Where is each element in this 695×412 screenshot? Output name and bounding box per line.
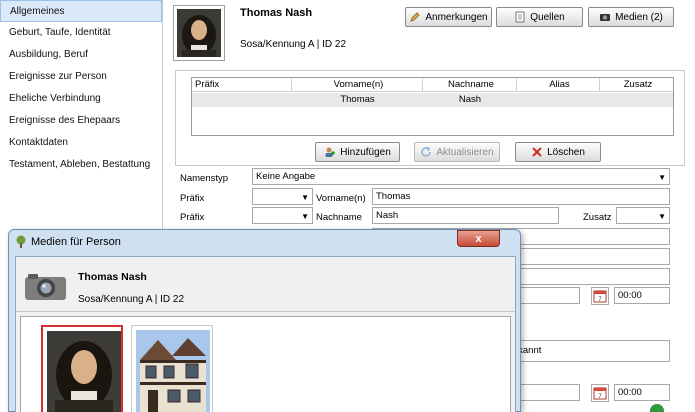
tree-icon [14, 235, 28, 249]
vorname-field[interactable]: Thomas [372, 188, 670, 205]
dialog-body: Thomas Nash Sosa/Kennung A | ID 22 [15, 256, 516, 412]
portrait-image [47, 331, 121, 412]
notes-button-label: Anmerkungen [425, 11, 488, 23]
dialog-person-name: Thomas Nash [78, 271, 147, 283]
column-header-alias[interactable]: Alias [517, 78, 600, 91]
nachname-field[interactable]: Nash [372, 207, 559, 224]
sidebar-item-ausbildung[interactable]: Ausbildung, Beruf [0, 44, 162, 66]
house-image [136, 330, 210, 412]
status-icon[interactable] [650, 404, 664, 412]
person-id: Sosa/Kennung A | ID 22 [240, 39, 347, 50]
media-button[interactable]: Medien (2) [588, 7, 674, 27]
column-header-nachname[interactable]: Nachname [423, 78, 517, 91]
cell-alias [517, 93, 600, 107]
sidebar-item-eheliche-verbindung[interactable]: Eheliche Verbindung [0, 88, 162, 110]
chevron-down-icon: ▼ [301, 193, 309, 202]
add-button-label: Hinzufügen [340, 146, 391, 158]
praefix-select-2[interactable]: ▼ [252, 207, 313, 224]
delete-icon [532, 147, 542, 157]
pencil-icon [410, 12, 420, 22]
column-header-praefix[interactable]: Präfix [192, 78, 292, 91]
media-dialog: Medien für Person x Thomas Nash Sosa/Ken… [8, 229, 521, 412]
vorname-label: Vorname(n) [316, 193, 366, 204]
column-header-zusatz[interactable]: Zusatz [600, 78, 673, 91]
namenstyp-select[interactable]: Keine Angabe ▼ [252, 168, 670, 185]
chevron-down-icon: ▼ [658, 173, 666, 182]
chevron-down-icon: ▼ [658, 212, 666, 221]
namenstyp-value: Keine Angabe [256, 171, 316, 182]
cell-praefix [192, 93, 292, 107]
delete-button[interactable]: Löschen [515, 142, 601, 162]
names-table: Präfix Vorname(n) Nachname Alias Zusatz … [191, 77, 674, 136]
table-row[interactable]: Thomas Nash [192, 93, 673, 107]
chevron-down-icon: ▼ [301, 212, 309, 221]
sidebar-item-kontaktdaten[interactable]: Kontaktdaten [0, 132, 162, 154]
update-button-label: Aktualisieren [436, 146, 494, 158]
sidebar-item-ereignisse-ehepaar[interactable]: Ereignisse des Ehepaars [0, 110, 162, 132]
person-name: Thomas Nash [240, 7, 313, 19]
nachname-label: Nachname [316, 212, 362, 223]
cell-zusatz [600, 93, 673, 107]
media-gallery [20, 316, 511, 412]
add-person-icon [325, 147, 336, 157]
delete-button-label: Löschen [547, 146, 585, 158]
sidebar-item-geburt[interactable]: Geburt, Taufe, Identität [0, 22, 162, 44]
column-header-vorname[interactable]: Vorname(n) [292, 78, 423, 91]
close-icon: x [475, 232, 482, 245]
time-field-1[interactable]: 00:00 [614, 287, 670, 304]
calendar-icon[interactable]: 7 [591, 384, 609, 402]
calendar-icon[interactable]: 7 [591, 287, 609, 305]
notes-button[interactable]: Anmerkungen [405, 7, 492, 27]
cell-nachname: Nash [458, 94, 482, 105]
zusatz-label: Zusatz [583, 212, 612, 223]
praefix-label-1: Präfix [180, 193, 205, 204]
namenstyp-label: Namenstyp [180, 173, 229, 184]
sidebar-item-allgemeines[interactable]: Allgemeines [0, 0, 162, 22]
camera-icon [24, 272, 67, 301]
person-portrait-frame[interactable] [173, 5, 225, 61]
praefix-label-2: Präfix [180, 212, 205, 223]
add-button[interactable]: Hinzufügen [315, 142, 400, 162]
media-thumb-portrait[interactable] [41, 325, 123, 412]
refresh-icon [421, 146, 432, 157]
zusatz-select[interactable]: ▼ [616, 207, 670, 224]
media-button-label: Medien (2) [615, 11, 663, 23]
dialog-title: Medien für Person [31, 236, 121, 248]
camera-icon [600, 14, 611, 21]
sources-button-label: Quellen [530, 11, 565, 23]
document-icon [515, 11, 525, 23]
sidebar-item-testament[interactable]: Testament, Ableben, Bestattung [0, 154, 162, 176]
update-button[interactable]: Aktualisieren [414, 142, 500, 162]
close-button[interactable]: x [457, 230, 500, 247]
names-table-header: Präfix Vorname(n) Nachname Alias Zusatz [192, 78, 673, 92]
sources-button[interactable]: Quellen [496, 7, 583, 27]
dialog-header: Thomas Nash Sosa/Kennung A | ID 22 [16, 257, 515, 312]
sidebar-item-ereignisse-person[interactable]: Ereignisse zur Person [0, 66, 162, 88]
cell-vorname: Thomas [340, 94, 375, 105]
praefix-select-1[interactable]: ▼ [252, 188, 313, 205]
dialog-person-id: Sosa/Kennung A | ID 22 [78, 294, 185, 305]
person-portrait [177, 9, 221, 57]
media-thumb-house[interactable] [131, 325, 213, 412]
time-field-2[interactable]: 00:00 [614, 384, 670, 401]
